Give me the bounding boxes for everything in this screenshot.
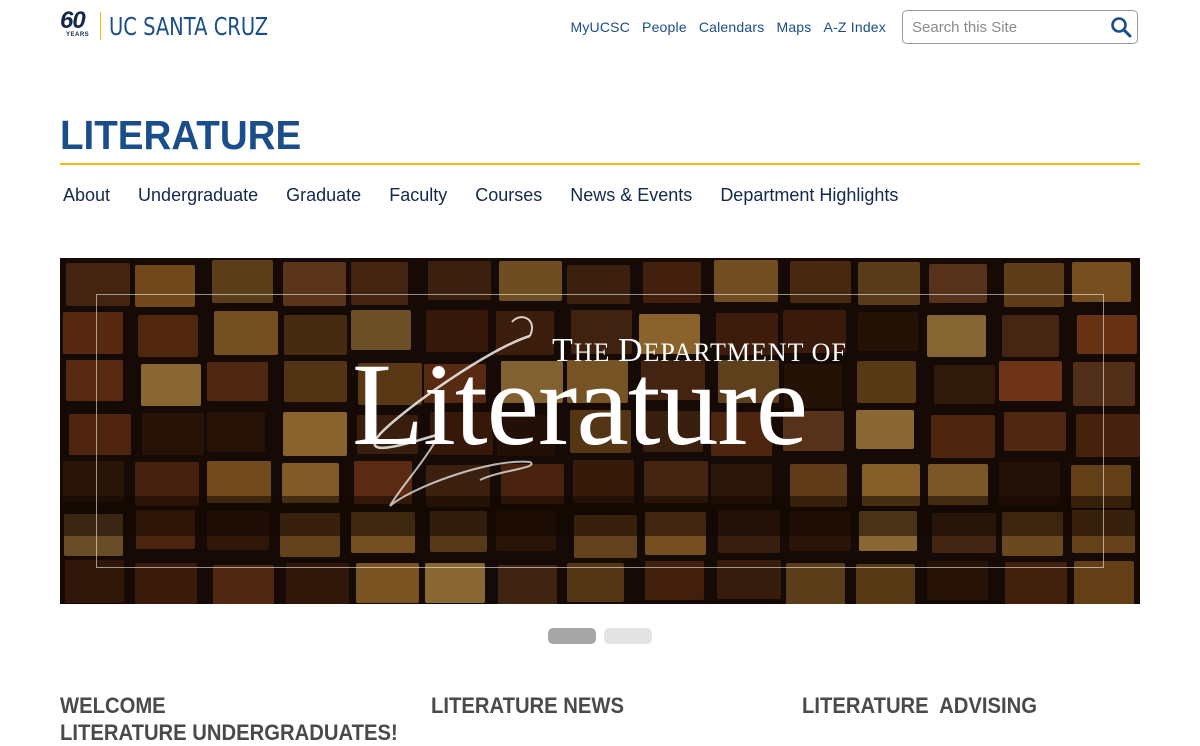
hero-title: Literature [352,339,808,470]
nav-courses[interactable]: Courses [475,185,542,206]
nav-department-highlights[interactable]: Department Highlights [720,185,898,206]
welcome-line-1: WELCOME [60,693,166,718]
hero-slide[interactable]: THE DEPARTMENT OF Literature [60,258,1140,604]
anniversary-number: 60 [60,7,86,34]
utility-link-myucsc[interactable]: MyUCSC [571,19,631,35]
utility-link-people[interactable]: People [642,19,687,35]
search-button[interactable] [1105,12,1137,42]
welcome-heading: WELCOME LITERATURE UNDERGRADUATES! [60,692,398,746]
ucsc-logo-link[interactable]: 60 YEARS UC SANTA CRUZ [60,7,313,42]
nav-news-events[interactable]: News & Events [570,185,692,206]
utility-link-calendars[interactable]: Calendars [699,19,765,35]
utility-link-maps[interactable]: Maps [776,19,811,35]
title-divider [60,163,1140,165]
nav-faculty[interactable]: Faculty [389,185,447,206]
search-icon [1111,17,1132,38]
carousel-dot-2[interactable] [604,628,652,644]
sixty-years-logo: 60 YEARS [60,7,96,41]
main-nav: About Undergraduate Graduate Faculty Cou… [63,185,926,206]
nav-undergraduate[interactable]: Undergraduate [138,185,258,206]
carousel-dot-1[interactable] [548,628,596,644]
anniversary-label: YEARS [66,32,90,38]
utility-nav: MyUCSC People Calendars Maps A-Z Index [571,19,887,35]
site-search [902,10,1138,44]
advising-heading: LITERATURE ADVISING [802,693,1038,718]
nav-graduate[interactable]: Graduate [286,185,361,206]
logo-divider [100,12,101,40]
nav-about[interactable]: About [63,185,110,206]
carousel-pager [548,628,652,644]
ucsc-wordmark: UC SANTA CRUZ [109,11,269,41]
utility-link-a-z-index[interactable]: A-Z Index [824,19,887,35]
welcome-line-2: LITERATURE UNDERGRADUATES! [60,720,398,745]
news-heading: LITERATURE NEWS [431,693,625,718]
search-input[interactable] [903,18,1105,36]
site-title[interactable]: LITERATURE [60,112,301,159]
top-bar: 60 YEARS UC SANTA CRUZ MyUCSC People Cal… [0,0,1200,56]
